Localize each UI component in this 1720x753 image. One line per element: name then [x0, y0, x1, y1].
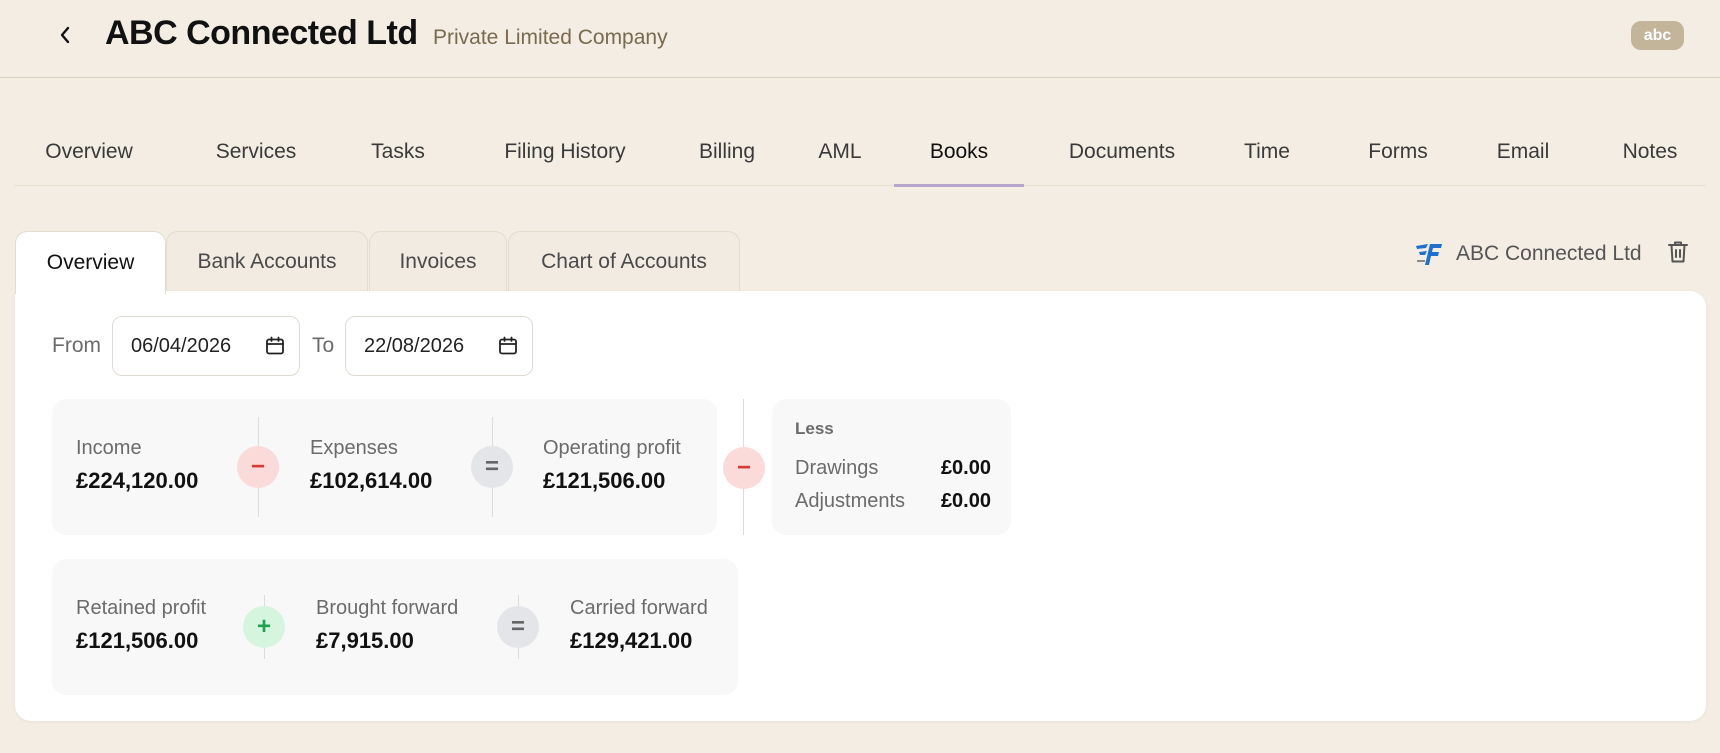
tab-filing-history[interactable]: Filing History: [481, 118, 649, 186]
operating-profit-value: £121,506.00: [543, 468, 666, 493]
tab-books[interactable]: Books: [894, 118, 1024, 187]
minus-icon: −: [237, 446, 279, 488]
brought-forward-label: Brought forward: [316, 597, 459, 619]
adjustments-label: Adjustments: [795, 490, 906, 512]
tab-notes[interactable]: Notes: [1608, 118, 1692, 186]
drawings-value: £0.00: [940, 457, 991, 479]
drawings-row: Drawings £0.00: [795, 457, 991, 480]
tab-tasks[interactable]: Tasks: [358, 118, 438, 186]
tab-email[interactable]: Email: [1483, 118, 1563, 186]
from-date-value: 06/04/2026: [131, 334, 232, 357]
tab-services[interactable]: Services: [206, 118, 306, 186]
tab-forms[interactable]: Forms: [1353, 118, 1443, 186]
operating-profit-metric: Operating profit £121,506.00: [543, 437, 681, 494]
tab-billing[interactable]: Billing: [680, 118, 774, 186]
carried-forward-metric: Carried forward £129,421.00: [570, 597, 708, 654]
expenses-metric: Expenses £102,614.00: [310, 437, 432, 494]
company-type: Private Limited Company: [433, 26, 668, 49]
minus-icon: −: [723, 447, 765, 489]
less-title: Less: [795, 419, 834, 438]
operating-profit-panel: Income £224,120.00 − Expenses £102,614.0…: [52, 399, 717, 535]
adjustments-value: £0.00: [940, 490, 991, 512]
trash-icon: [1668, 241, 1688, 263]
freeagent-logo-icon: [1416, 244, 1442, 265]
to-label: To: [312, 334, 335, 357]
less-panel: Less Drawings £0.00 Adjustments £0.00: [772, 399, 1011, 535]
income-value: £224,120.00: [76, 468, 199, 493]
subtab-chart-of-accounts[interactable]: Chart of Accounts: [508, 231, 740, 292]
tab-overview[interactable]: Overview: [35, 118, 143, 186]
expenses-label: Expenses: [310, 437, 398, 459]
subtab-invoices[interactable]: Invoices: [369, 231, 507, 292]
tab-time[interactable]: Time: [1231, 118, 1303, 186]
carried-forward-value: £129,421.00: [570, 628, 693, 653]
calendar-icon: [499, 336, 517, 355]
tab-documents[interactable]: Documents: [1055, 118, 1189, 186]
back-button[interactable]: [50, 20, 80, 50]
income-metric: Income £224,120.00: [76, 437, 198, 494]
chevron-left-icon: [60, 26, 70, 44]
page-title: ABC Connected Ltd: [105, 14, 418, 52]
income-label: Income: [76, 437, 142, 459]
brought-forward-value: £7,915.00: [316, 628, 414, 653]
expenses-value: £102,614.00: [310, 468, 433, 493]
integration-name: ABC Connected Ltd: [1456, 242, 1642, 265]
operating-profit-label: Operating profit: [543, 437, 681, 459]
retained-profit-metric: Retained profit £121,506.00: [76, 597, 206, 654]
tab-aml[interactable]: AML: [807, 118, 873, 186]
main-tab-bar: Overview Services Tasks Filing History B…: [15, 118, 1705, 187]
drawings-label: Drawings: [795, 457, 879, 479]
to-date-field[interactable]: 22/08/2026: [345, 316, 533, 376]
avatar[interactable]: abc: [1631, 21, 1684, 50]
page-header: ABC Connected Ltd Private Limited Compan…: [0, 0, 1720, 78]
delete-button[interactable]: [1665, 238, 1691, 266]
retained-profit-value: £121,506.00: [76, 628, 199, 653]
plus-icon: +: [243, 606, 285, 648]
subtab-overview[interactable]: Overview: [15, 231, 166, 294]
from-label: From: [52, 334, 101, 357]
retained-profit-label: Retained profit: [76, 597, 207, 619]
brought-forward-metric: Brought forward £7,915.00: [316, 597, 458, 654]
calendar-icon: [266, 336, 284, 355]
carried-forward-label: Carried forward: [570, 597, 708, 619]
retained-profit-panel: Retained profit £121,506.00 + Brought fo…: [52, 559, 738, 695]
equals-icon: =: [497, 606, 539, 648]
integration-brand: ABC Connected Ltd: [1414, 236, 1642, 272]
books-overview-card: From 06/04/2026 To 22/08/2026 Income £22…: [15, 291, 1706, 721]
equals-icon: =: [471, 446, 513, 488]
subtab-bank-accounts[interactable]: Bank Accounts: [166, 231, 368, 292]
to-date-value: 22/08/2026: [364, 334, 465, 357]
adjustments-row: Adjustments £0.00: [795, 490, 991, 513]
from-date-field[interactable]: 06/04/2026: [112, 316, 300, 376]
